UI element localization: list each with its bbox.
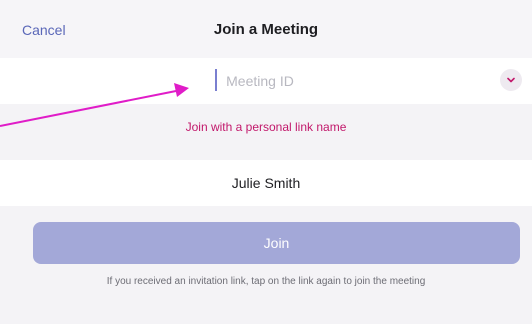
annotation-arrow bbox=[0, 83, 189, 127]
join-meeting-screen: Cancel Join a Meeting Join with a person… bbox=[0, 0, 532, 324]
